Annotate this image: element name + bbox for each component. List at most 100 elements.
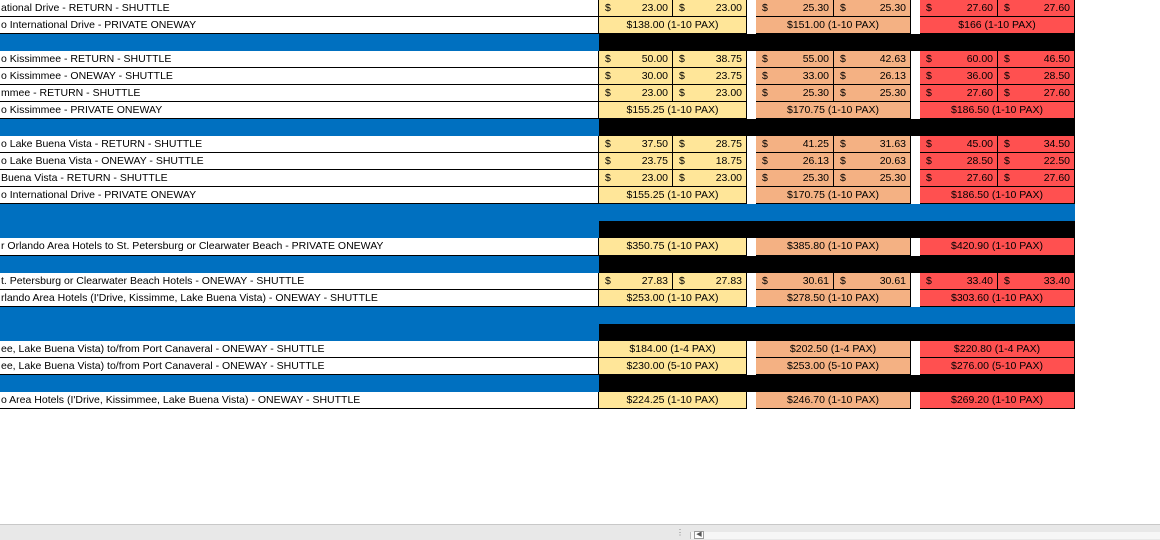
pax-price-cell[interactable]: $155.25 (1-10 PAX) <box>599 102 747 119</box>
route-description-cell[interactable]: o International Drive - PRIVATE ONEWAY <box>0 187 599 204</box>
price-cell[interactable]: $38.75 <box>673 51 747 68</box>
route-description-cell[interactable]: o Kissimmee - RETURN - SHUTTLE <box>0 51 599 68</box>
price-cell[interactable]: $50.00 <box>599 51 673 68</box>
pax-price-cell[interactable]: $350.75 (1-10 PAX) <box>599 238 747 256</box>
price-cell[interactable]: $23.00 <box>673 0 747 17</box>
pax-price-cell[interactable]: $224.25 (1-10 PAX) <box>599 392 747 409</box>
route-description-cell[interactable]: r Orlando Area Hotels to St. Petersburg … <box>0 238 599 256</box>
pax-price-cell[interactable]: $230.00 (5-10 PAX) <box>599 358 747 375</box>
price-cell[interactable]: $27.60 <box>998 0 1075 17</box>
route-description-cell[interactable]: ee, Lake Buena Vista) to/from Port Canav… <box>0 341 599 358</box>
pax-price-cell[interactable]: $278.50 (1-10 PAX) <box>756 290 911 307</box>
price-cell[interactable]: $23.75 <box>599 153 673 170</box>
price-cell[interactable]: $27.60 <box>920 85 998 102</box>
pax-price-cell[interactable]: $186.50 (1-10 PAX) <box>920 102 1075 119</box>
price-cell[interactable]: $18.75 <box>673 153 747 170</box>
route-description-cell[interactable]: o Lake Buena Vista - RETURN - SHUTTLE <box>0 136 599 153</box>
price-cell[interactable]: $27.83 <box>673 273 747 290</box>
price-cell[interactable]: $46.50 <box>998 51 1075 68</box>
price-cell[interactable]: $30.61 <box>834 273 911 290</box>
price-cell[interactable]: $36.00 <box>920 68 998 85</box>
pax-price-cell[interactable]: $155.25 (1-10 PAX) <box>599 187 747 204</box>
pax-price-cell[interactable]: $166 (1-10 PAX) <box>920 17 1075 34</box>
horizontal-scrollbar[interactable] <box>690 532 1160 539</box>
currency-symbol: $ <box>926 2 932 14</box>
route-description-cell[interactable]: rlando Area Hotels (I'Drive, Kissimme, L… <box>0 290 599 307</box>
price-cell[interactable]: $23.75 <box>673 68 747 85</box>
pax-price-cell[interactable]: $220.80 (1-4 PAX) <box>920 341 1075 358</box>
price-cell[interactable]: $31.63 <box>834 136 911 153</box>
pax-price-cell[interactable]: $138.00 (1-10 PAX) <box>599 17 747 34</box>
pax-price-cell[interactable]: $385.80 (1-10 PAX) <box>756 238 911 256</box>
price-cell[interactable]: $28.50 <box>998 68 1075 85</box>
route-description-cell[interactable]: ee, Lake Buena Vista) to/from Port Canav… <box>0 358 599 375</box>
route-description-cell[interactable]: ational Drive - RETURN - SHUTTLE <box>0 0 599 17</box>
pax-price-cell[interactable]: $202.50 (1-4 PAX) <box>756 341 911 358</box>
price-cell[interactable]: $33.00 <box>756 68 834 85</box>
price-cell[interactable]: $42.63 <box>834 51 911 68</box>
price-cell[interactable]: $25.30 <box>756 170 834 187</box>
price-cell[interactable]: $55.00 <box>756 51 834 68</box>
splitter-handle[interactable]: ⋮ <box>676 528 686 537</box>
price-cell[interactable]: $26.13 <box>756 153 834 170</box>
route-description-cell[interactable]: o Lake Buena Vista - ONEWAY - SHUTTLE <box>0 153 599 170</box>
price-cell[interactable]: $25.30 <box>756 0 834 17</box>
currency-symbol: $ <box>605 53 611 65</box>
table-row: t. Petersburg or Clearwater Beach Hotels… <box>0 273 1075 290</box>
price-cell[interactable]: $37.50 <box>599 136 673 153</box>
price-cell[interactable]: $33.40 <box>998 273 1075 290</box>
price-cell[interactable]: $25.30 <box>834 85 911 102</box>
price-cell[interactable]: $27.60 <box>920 0 998 17</box>
currency-symbol: $ <box>840 87 846 99</box>
price-cell[interactable]: $25.30 <box>834 170 911 187</box>
pax-price-cell[interactable]: $184.00 (1-4 PAX) <box>599 341 747 358</box>
price-cell[interactable]: $28.75 <box>673 136 747 153</box>
pax-price-cell[interactable]: $151.00 (1-10 PAX) <box>756 17 911 34</box>
price-cell[interactable]: $23.00 <box>673 85 747 102</box>
price-cell[interactable]: $45.00 <box>920 136 998 153</box>
route-description-cell[interactable]: o Kissimmee - PRIVATE ONEWAY <box>0 102 599 119</box>
price-cell[interactable]: $25.30 <box>756 85 834 102</box>
price-cell[interactable]: $28.50 <box>920 153 998 170</box>
pax-price-cell[interactable]: $253.00 (1-10 PAX) <box>599 290 747 307</box>
pax-price-cell[interactable]: $170.75 (1-10 PAX) <box>756 187 911 204</box>
price-cell[interactable]: $30.00 <box>599 68 673 85</box>
pax-price-cell[interactable]: $303.60 (1-10 PAX) <box>920 290 1075 307</box>
pax-price-cell[interactable]: $420.90 (1-10 PAX) <box>920 238 1075 256</box>
price-value: 37.50 <box>641 138 668 150</box>
currency-symbol: $ <box>762 87 768 99</box>
price-cell[interactable]: $27.60 <box>998 170 1075 187</box>
price-cell[interactable]: $60.00 <box>920 51 998 68</box>
route-description-cell[interactable]: Buena Vista - RETURN - SHUTTLE <box>0 170 599 187</box>
route-description-cell[interactable]: t. Petersburg or Clearwater Beach Hotels… <box>0 273 599 290</box>
tier-gap <box>747 136 756 153</box>
price-cell[interactable]: $23.00 <box>599 170 673 187</box>
pax-price-cell[interactable]: $253.00 (5-10 PAX) <box>756 358 911 375</box>
price-cell[interactable]: $34.50 <box>998 136 1075 153</box>
route-description-cell[interactable]: o International Drive - PRIVATE ONEWAY <box>0 17 599 34</box>
price-cell[interactable]: $23.00 <box>599 0 673 17</box>
price-cell[interactable]: $23.00 <box>673 170 747 187</box>
price-cell[interactable]: $27.60 <box>920 170 998 187</box>
route-description-cell[interactable]: o Kissimmee - ONEWAY - SHUTTLE <box>0 68 599 85</box>
route-description-cell[interactable]: o Area Hotels (I'Drive, Kissimmee, Lake … <box>0 392 599 409</box>
scroll-left-button[interactable]: ◀ <box>694 531 704 539</box>
pax-price-cell[interactable]: $186.50 (1-10 PAX) <box>920 187 1075 204</box>
table-row: rlando Area Hotels (I'Drive, Kissimme, L… <box>0 290 1075 307</box>
price-cell[interactable]: $33.40 <box>920 273 998 290</box>
currency-symbol: $ <box>1004 53 1010 65</box>
price-cell[interactable]: $22.50 <box>998 153 1075 170</box>
price-cell[interactable]: $23.00 <box>599 85 673 102</box>
price-cell[interactable]: $30.61 <box>756 273 834 290</box>
price-cell[interactable]: $20.63 <box>834 153 911 170</box>
price-cell[interactable]: $27.83 <box>599 273 673 290</box>
pax-price-cell[interactable]: $170.75 (1-10 PAX) <box>756 102 911 119</box>
price-cell[interactable]: $27.60 <box>998 85 1075 102</box>
route-description-cell[interactable]: mmee - RETURN - SHUTTLE <box>0 85 599 102</box>
pax-price-cell[interactable]: $246.70 (1-10 PAX) <box>756 392 911 409</box>
pax-price-cell[interactable]: $269.20 (1-10 PAX) <box>920 392 1075 409</box>
pax-price-cell[interactable]: $276.00 (5-10 PAX) <box>920 358 1075 375</box>
price-cell[interactable]: $41.25 <box>756 136 834 153</box>
price-cell[interactable]: $26.13 <box>834 68 911 85</box>
price-cell[interactable]: $25.30 <box>834 0 911 17</box>
